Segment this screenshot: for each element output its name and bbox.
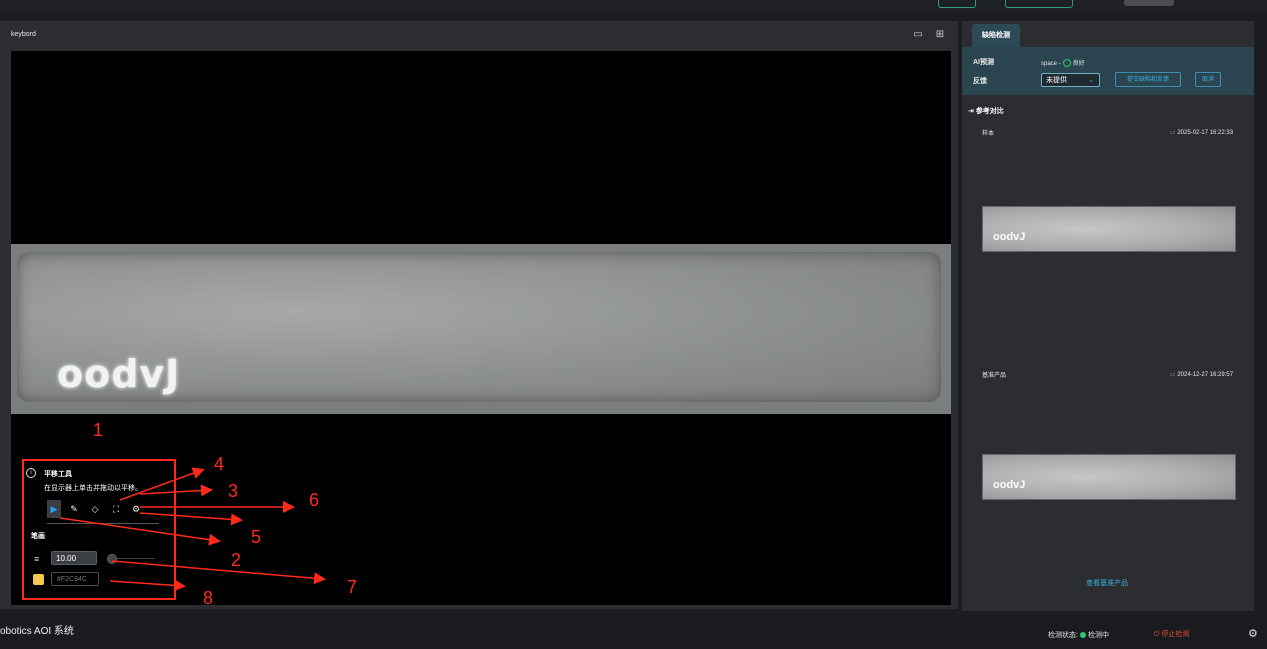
annotation-number: 2 [231, 550, 242, 570]
top-button-2[interactable] [1005, 0, 1073, 8]
sample-label: 样本 [982, 131, 995, 137]
annotation-number: 7 [347, 577, 358, 597]
standard-image[interactable]: oodvJ [982, 454, 1236, 500]
ai-prediction: space - 良好 [1041, 58, 1085, 68]
annotation-number: 8 [203, 588, 214, 608]
standard-time: ▭ 2024-12-27 16:29:57 [1170, 372, 1234, 378]
stop-detection-button[interactable]: ⏻ 停止检测 [1154, 629, 1189, 639]
check-icon [1062, 59, 1071, 68]
detection-status: 检测状态: 检测中 [1048, 630, 1109, 640]
status-value: 检测中 [1087, 632, 1109, 639]
tab-defect-detection[interactable]: 缺陷检测 [972, 24, 1020, 47]
gear-icon[interactable]: ⚙ [1248, 627, 1258, 640]
compare-icon: ⇥ [968, 108, 976, 115]
feedback-select-value: 未提供 [1046, 77, 1067, 84]
cancel-button[interactable]: 取消 [1195, 72, 1221, 87]
view-standard-link[interactable]: 查看基准产品 [1086, 578, 1128, 588]
footer: obotics AOI 系统 检测状态: 检测中 ⏻ 停止检测 ⚙ [0, 614, 1267, 649]
annotation-number: 1 [93, 420, 104, 440]
status-dot [1079, 632, 1086, 639]
annotation-number: 5 [251, 527, 262, 547]
reference-title: ⇥ 参考对比 [968, 108, 1004, 115]
sample-image[interactable]: oodvJ [982, 206, 1236, 252]
ai-value: space - [1041, 61, 1061, 67]
annotation-arrows [59, 467, 326, 592]
submit-feedback-button[interactable]: 提交缺陷和反馈 [1115, 72, 1181, 87]
status-label: 检测状态: [1048, 632, 1078, 639]
annotation-number: 6 [309, 490, 320, 510]
top-button-3[interactable] [1124, 0, 1174, 6]
feedback-label: 反馈 [973, 78, 987, 85]
chevron-down-icon: ⌄ [1088, 77, 1094, 84]
annotation-number: 4 [214, 454, 225, 474]
feedback-select[interactable]: 未提供 ⌄ [1041, 73, 1100, 87]
sample-time: ▭ 2025-02-17 16:22:33 [1170, 130, 1234, 136]
ai-label: AI预测 [973, 59, 994, 66]
app-title: obotics AOI 系统 [0, 626, 74, 637]
ai-status: 良好 [1072, 61, 1085, 67]
standard-label: 基准产品 [982, 373, 1007, 379]
defect-panel: 缺陷检测 AI预测 space - 良好 反馈 未提供 ⌄ 提交缺陷和反馈 取消 ⇥… [962, 21, 1254, 611]
annotation-number: 3 [228, 481, 239, 501]
